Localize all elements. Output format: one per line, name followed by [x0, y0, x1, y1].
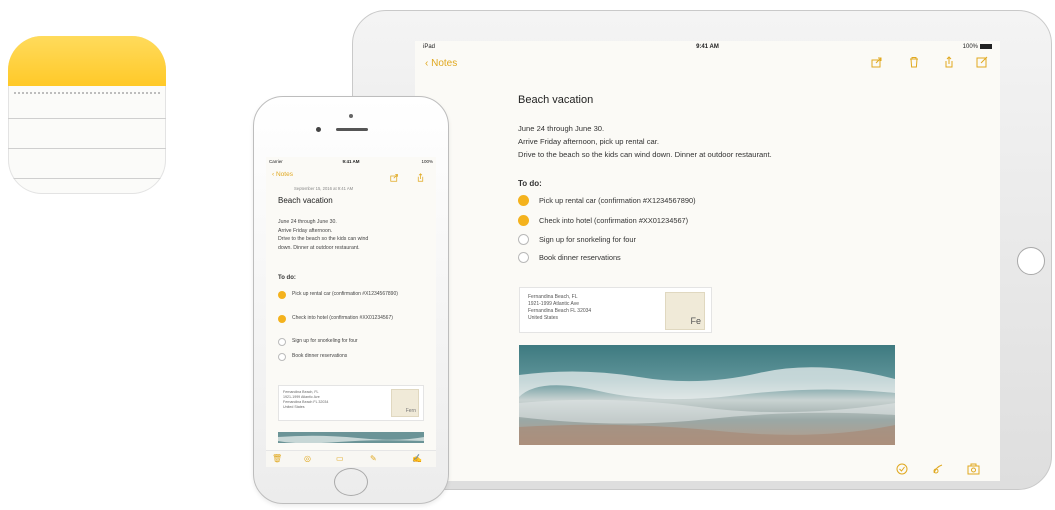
- todo-heading: To do:: [518, 179, 542, 188]
- compose-icon[interactable]: ✍: [412, 454, 422, 463]
- todo-text: Check into hotel (confirmation #XX012345…: [539, 216, 689, 225]
- camera-icon[interactable]: [966, 462, 980, 476]
- todo-item[interactable]: Book dinner reservations: [278, 353, 428, 361]
- todo-text: Sign up for snorkeling for four: [292, 338, 358, 344]
- map-address: Fernandina Beach, FL 1921-1999 Atlantic …: [528, 294, 592, 321]
- checklist-icon[interactable]: ◎: [304, 454, 311, 463]
- iphone-screen: Carrier 9:41 AM 100% ‹ Notes September 1…: [266, 157, 436, 467]
- todo-item[interactable]: Check into hotel (confirmation #XX012345…: [518, 215, 688, 226]
- share-icon[interactable]: [390, 169, 399, 187]
- ipad-home-button[interactable]: [1017, 247, 1045, 275]
- beach-photo[interactable]: [278, 431, 424, 443]
- front-camera: [316, 127, 321, 132]
- map-attachment[interactable]: Fernandina Beach, FL 1921-1999 Atlantic …: [519, 287, 712, 333]
- note-body-line: Drive to the beach so the kids can wind …: [518, 150, 772, 159]
- checked-circle-icon[interactable]: [278, 291, 286, 299]
- camera-icon[interactable]: ▭: [336, 454, 344, 463]
- iphone-status-bar: Carrier 9:41 AM 100%: [266, 157, 436, 165]
- share-icon[interactable]: [870, 55, 884, 69]
- todo-item[interactable]: Sign up for snorkeling for four: [278, 338, 428, 346]
- todo-heading: To do:: [278, 275, 296, 281]
- checklist-icon[interactable]: [895, 462, 909, 476]
- bottom-toolbar: 🗑 ◎ ▭ ✎ ✍: [266, 450, 436, 467]
- checked-circle-icon[interactable]: [278, 315, 286, 323]
- todo-text: Pick up rental car (confirmation #X12345…: [539, 196, 696, 205]
- todo-text: Book dinner reservations: [539, 253, 621, 262]
- iphone-device: Carrier 9:41 AM 100% ‹ Notes September 1…: [253, 96, 449, 504]
- trash-icon[interactable]: [907, 55, 921, 69]
- checked-circle-icon[interactable]: [518, 215, 529, 226]
- note-body-line: Arrive Friday afternoon, pick up rental …: [518, 137, 659, 146]
- status-battery: 100%: [963, 44, 992, 50]
- status-time: 9:41 AM: [696, 44, 719, 50]
- ipad-status-bar: iPad 9:41 AM 100%: [415, 41, 1000, 53]
- todo-item[interactable]: Pick up rental car (confirmation #X12345…: [518, 195, 696, 206]
- earpiece-speaker: [336, 128, 368, 131]
- note-body[interactable]: June 24 through June 30. Arrive Friday a…: [518, 122, 772, 161]
- back-label: Notes: [431, 58, 458, 69]
- todo-item[interactable]: Check into hotel (confirmation #XX012345…: [278, 315, 428, 323]
- todo-item[interactable]: Book dinner reservations: [518, 252, 621, 263]
- checked-circle-icon[interactable]: [518, 195, 529, 206]
- map-thumbnail: Fe: [665, 292, 705, 330]
- unchecked-circle-icon[interactable]: [278, 338, 286, 346]
- sketch-icon[interactable]: ✎: [370, 454, 377, 463]
- beach-photo[interactable]: [519, 345, 895, 445]
- export-icon[interactable]: [416, 169, 425, 187]
- todo-item[interactable]: Sign up for snorkeling for four: [518, 234, 636, 245]
- todo-text: Sign up for snorkeling for four: [539, 235, 636, 244]
- iphone-home-button[interactable]: [334, 468, 368, 496]
- export-icon[interactable]: [942, 55, 956, 69]
- note-title[interactable]: Beach vacation: [518, 94, 593, 106]
- map-thumbnail: Fern: [391, 389, 419, 417]
- note-title[interactable]: Beach vacation: [278, 196, 333, 205]
- back-label: Notes: [275, 171, 293, 178]
- ipad-screen: iPad 9:41 AM 100% ‹ Notes Beach vacation…: [415, 41, 1000, 481]
- todo-text: Book dinner reservations: [292, 353, 348, 359]
- status-time: 9:41 AM: [342, 159, 360, 164]
- map-address: Fernandina Beach, FL 1921-1999 Atlantic …: [283, 390, 329, 409]
- todo-item[interactable]: Pick up rental car (confirmation #X12345…: [278, 291, 428, 299]
- todo-text: Check into hotel (confirmation #XX012345…: [292, 315, 393, 321]
- trash-icon[interactable]: 🗑: [272, 454, 282, 463]
- notes-app-icon: [8, 36, 166, 194]
- unchecked-circle-icon[interactable]: [278, 353, 286, 361]
- sketch-icon[interactable]: [931, 462, 945, 476]
- unchecked-circle-icon[interactable]: [518, 252, 529, 263]
- note-date: September 15, 2016 at 9:41 AM: [294, 186, 354, 191]
- map-attachment[interactable]: Fernandina Beach, FL 1921-1999 Atlantic …: [278, 385, 424, 421]
- note-body[interactable]: June 24 through June 30. Arrive Friday a…: [278, 218, 368, 252]
- back-button[interactable]: ‹ Notes: [272, 171, 293, 178]
- ipad-device: iPad 9:41 AM 100% ‹ Notes Beach vacation…: [352, 10, 1052, 490]
- status-battery: 100%: [421, 159, 433, 164]
- todo-text: Pick up rental car (confirmation #X12345…: [292, 291, 398, 297]
- compose-icon[interactable]: [975, 55, 989, 69]
- note-body-line: June 24 through June 30.: [518, 124, 605, 133]
- unchecked-circle-icon[interactable]: [518, 234, 529, 245]
- back-button[interactable]: ‹ Notes: [425, 58, 457, 69]
